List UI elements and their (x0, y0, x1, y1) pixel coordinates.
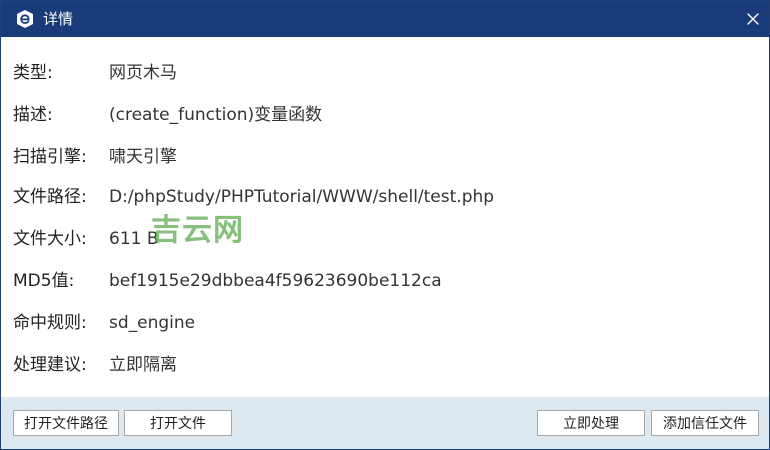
open-file-path-button[interactable]: 打开文件路径 (13, 410, 119, 436)
open-file-button[interactable]: 打开文件 (124, 410, 232, 436)
dialog-title: 详情 (43, 10, 74, 28)
detail-label-type: 类型: (13, 63, 53, 83)
detail-value-type: 网页木马 (109, 63, 177, 83)
detail-label-rule: 命中规则: (13, 313, 87, 333)
detail-value-description: (create_function)变量函数 (109, 105, 323, 125)
detail-content: 类型: 网页木马 描述: (create_function)变量函数 扫描引擎:… (1, 37, 769, 397)
detail-label-path: 文件路径: (13, 187, 87, 207)
detail-label-size: 文件大小: (13, 229, 87, 249)
handle-now-button[interactable]: 立即处理 (537, 410, 645, 436)
close-icon[interactable] (741, 7, 765, 31)
detail-value-md5: bef1915e29dbbea4f59623690be112ca (109, 271, 442, 291)
detail-label-description: 描述: (13, 105, 53, 125)
detail-label-md5: MD5值: (13, 271, 75, 291)
detail-label-engine: 扫描引擎: (13, 147, 87, 167)
title-bar[interactable]: 详情 (1, 1, 769, 37)
app-logo-icon (17, 10, 33, 28)
detail-value-path: D:/phpStudy/PHPTutorial/WWW/shell/test.p… (109, 187, 495, 207)
add-trusted-file-button[interactable]: 添加信任文件 (651, 410, 759, 436)
detail-value-suggestion: 立即隔离 (109, 355, 177, 375)
detail-value-rule: sd_engine (109, 313, 196, 333)
detail-label-suggestion: 处理建议: (13, 355, 87, 375)
detail-dialog: 详情 类型: 网页木马 描述: (create_function)变量函数 扫描… (0, 0, 770, 450)
watermark: 吉云网 (151, 213, 244, 248)
button-bar: 打开文件路径 打开文件 立即处理 添加信任文件 (1, 397, 769, 449)
detail-value-engine: 啸天引擎 (109, 147, 177, 167)
